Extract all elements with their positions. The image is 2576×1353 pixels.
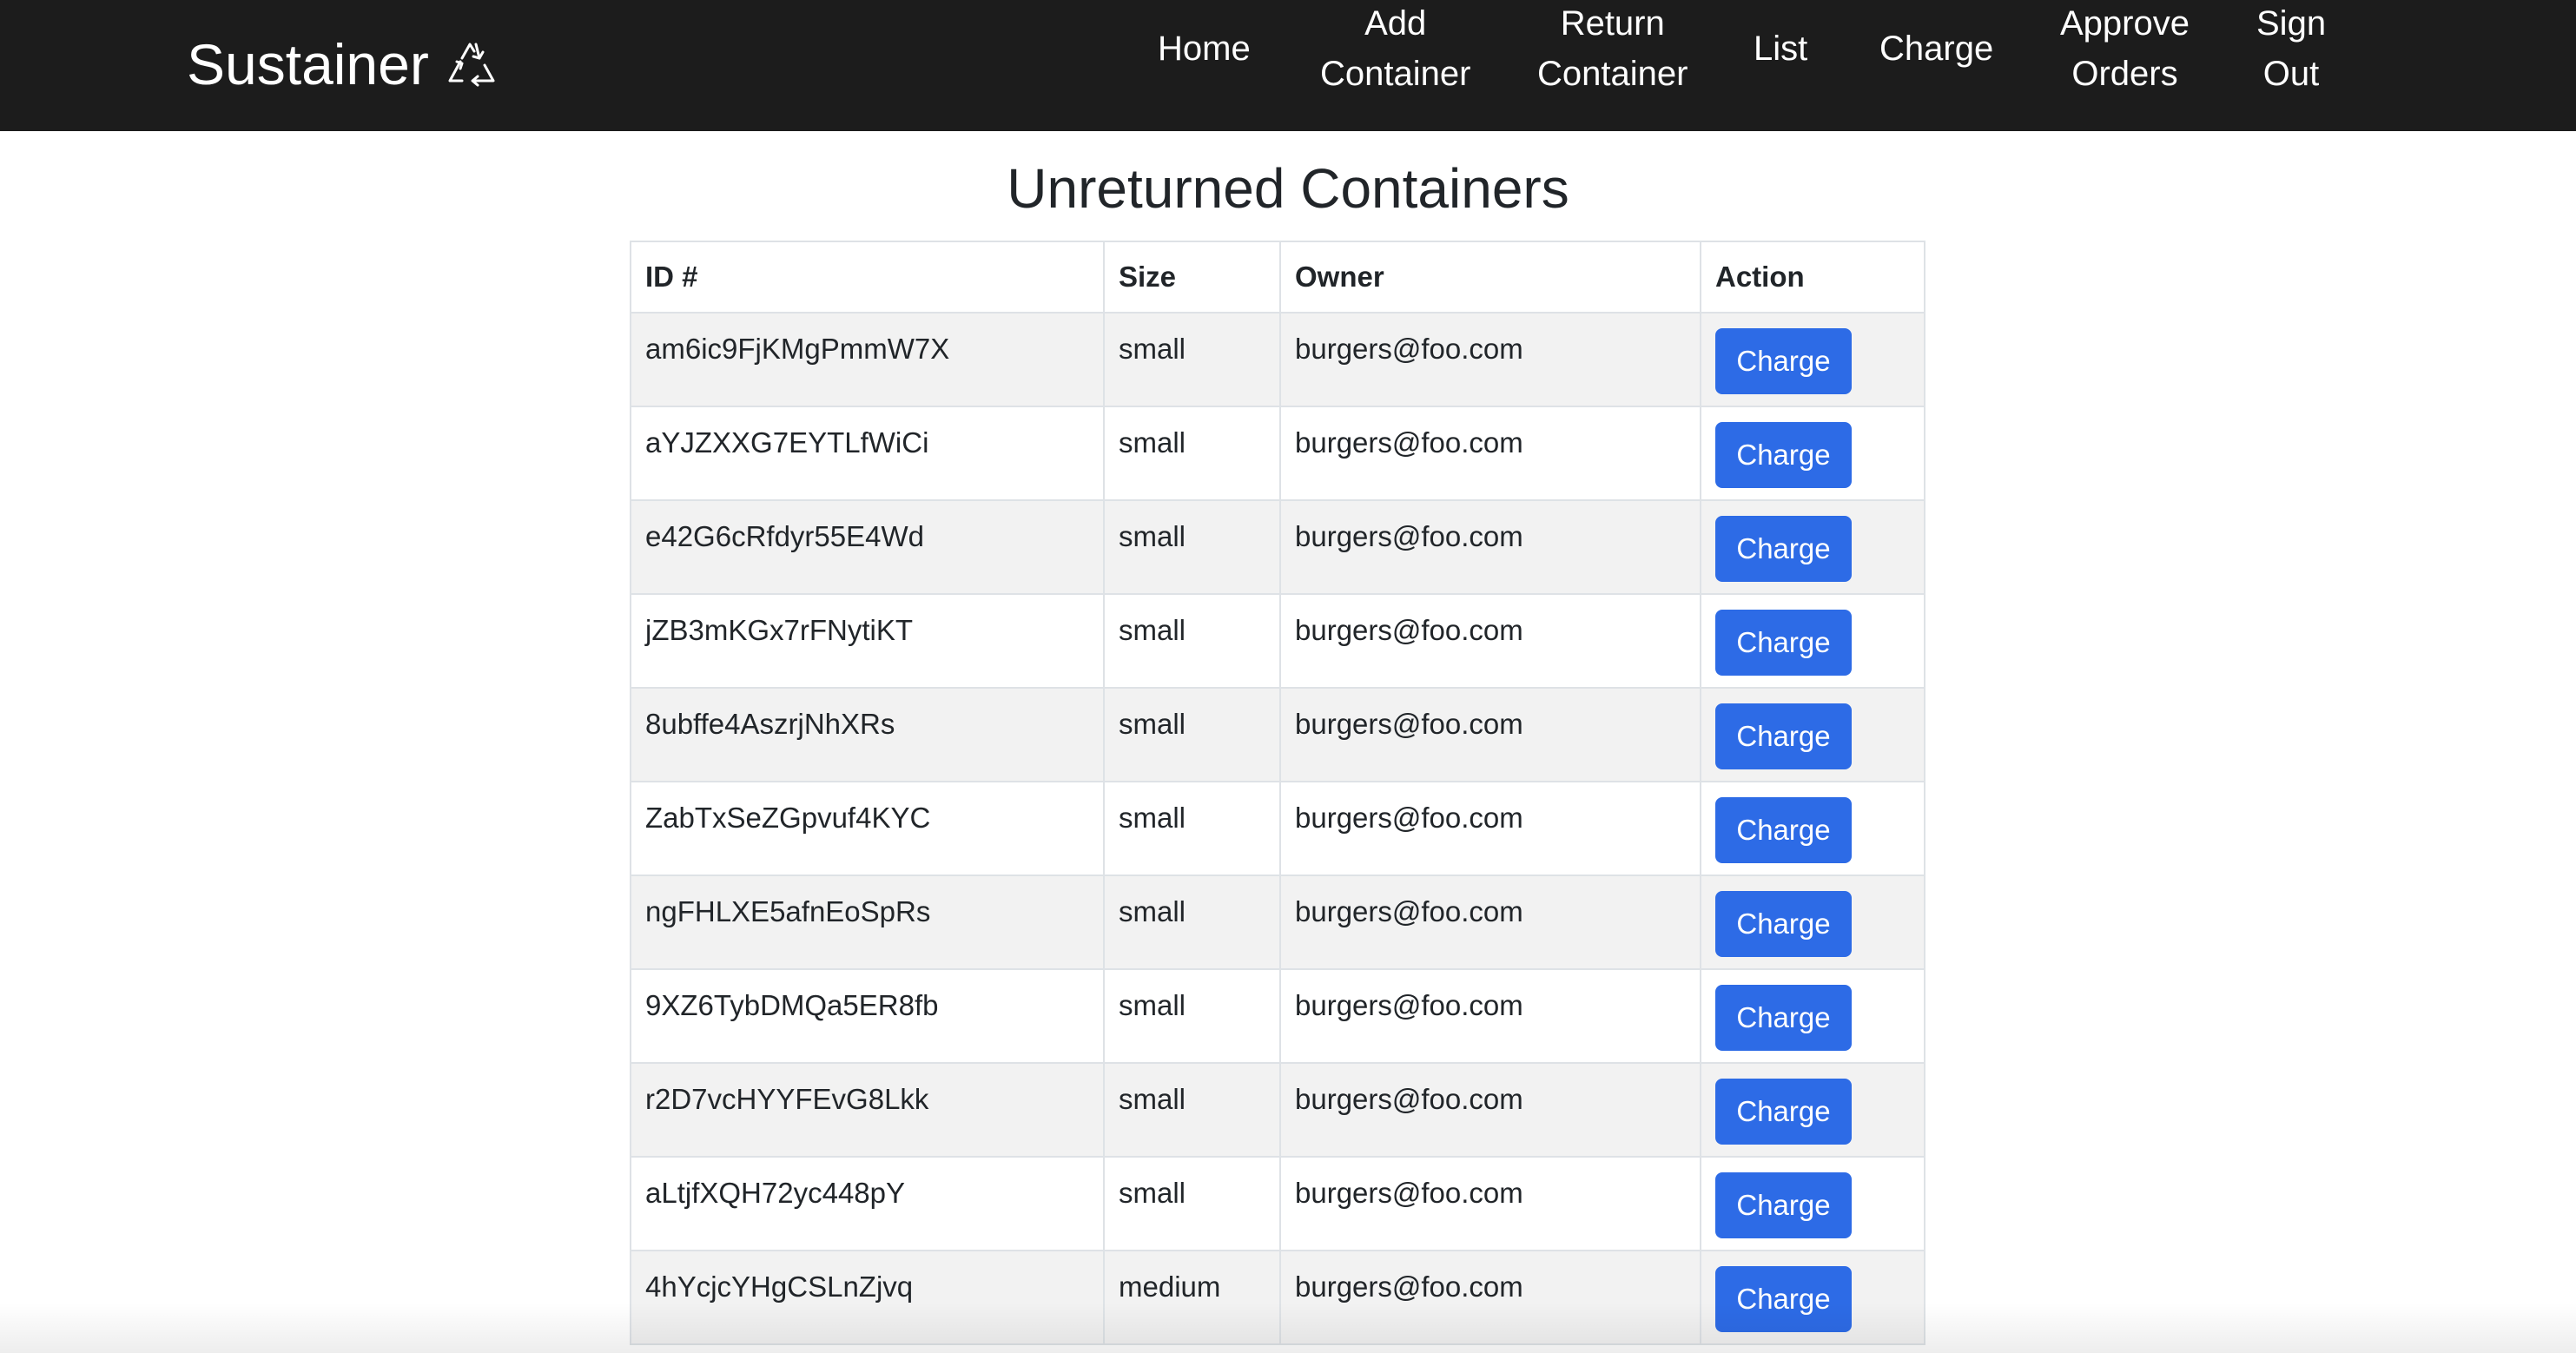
cell-action: Charge: [1700, 1156, 1925, 1251]
cell-id: am6ic9FjKMgPmmW7X: [630, 312, 1105, 407]
charge-button[interactable]: Charge: [1715, 1266, 1852, 1332]
cell-size: small: [1103, 593, 1281, 689]
table-row: am6ic9FjKMgPmmW7X small burgers@foo.com Cha…: [630, 312, 1925, 407]
cell-owner: burgers@foo.com: [1279, 1062, 1701, 1158]
cell-action: Charge: [1700, 406, 1925, 501]
nav-return-container-label-line1: Return: [1560, 4, 1665, 43]
cell-size: small: [1103, 968, 1281, 1064]
cell-action: Charge: [1700, 968, 1925, 1064]
recycle-icon: [443, 36, 500, 93]
cell-owner: burgers@foo.com: [1279, 781, 1701, 876]
cell-owner: burgers@foo.com: [1279, 1156, 1701, 1251]
charge-button[interactable]: Charge: [1715, 891, 1852, 957]
cell-id: 4hYcjcYHgCSLnZjvq: [630, 1250, 1105, 1345]
cell-owner: burgers@foo.com: [1279, 1250, 1701, 1345]
cell-size: small: [1103, 781, 1281, 876]
cell-id: r2D7vcHYYFEvG8Lkk: [630, 1062, 1105, 1158]
charge-button[interactable]: Charge: [1715, 610, 1852, 676]
charge-button[interactable]: Charge: [1715, 797, 1852, 863]
table-row: aYJZXXG7EYTLfWiCi small burgers@foo.com Cha…: [630, 406, 1925, 501]
nav-sign-out[interactable]: Sign Out: [2256, 0, 2326, 99]
top-navbar: Sustainer Home Add Container Return Cont…: [0, 0, 2576, 131]
table-body: am6ic9FjKMgPmmW7X small burgers@foo.com Cha…: [630, 312, 1925, 1345]
table-row: e42G6cRfdyr55E4Wd small burgers@foo.com Cha…: [630, 499, 1925, 595]
header-action: Action: [1700, 241, 1925, 314]
charge-button[interactable]: Charge: [1715, 985, 1852, 1051]
nav-home-label: Home: [1158, 30, 1251, 68]
cell-size: small: [1103, 874, 1281, 970]
table-header: ID # Size Owner Action: [630, 241, 1925, 314]
table-row: 4hYcjcYHgCSLnZjvq medium burgers@foo.com Ch…: [630, 1250, 1925, 1345]
containers-table-wrapper: ID # Size Owner Action am6ic9FjKMgPmmW7X…: [630, 241, 1925, 1345]
cell-id: e42G6cRfdyr55E4Wd: [630, 499, 1105, 595]
cell-id: ngFHLXE5afnEoSpRs: [630, 874, 1105, 970]
charge-button[interactable]: Charge: [1715, 703, 1852, 769]
cell-action: Charge: [1700, 1250, 1925, 1345]
nav-charge[interactable]: Charge: [1879, 23, 1993, 74]
header-owner: Owner: [1279, 241, 1701, 314]
cell-size: small: [1103, 687, 1281, 782]
cell-action: Charge: [1700, 687, 1925, 782]
header-id: ID #: [630, 241, 1105, 314]
cell-owner: burgers@foo.com: [1279, 874, 1701, 970]
cell-owner: burgers@foo.com: [1279, 968, 1701, 1064]
nav-add-container-label-line1: Add: [1364, 4, 1427, 43]
nav-approve-orders-label-line2: Orders: [2071, 55, 2178, 93]
nav-list-label: List: [1754, 30, 1808, 68]
cell-owner: burgers@foo.com: [1279, 593, 1701, 689]
cell-size: small: [1103, 312, 1281, 407]
nav-return-container-label-line2: Container: [1537, 55, 1688, 93]
charge-button[interactable]: Charge: [1715, 328, 1852, 394]
nav-add-container[interactable]: Add Container: [1320, 0, 1470, 99]
cell-owner: burgers@foo.com: [1279, 499, 1701, 595]
cell-owner: burgers@foo.com: [1279, 687, 1701, 782]
cell-id: 9XZ6TybDMQa5ER8fb: [630, 968, 1105, 1064]
cell-id: jZB3mKGx7rFNytiKT: [630, 593, 1105, 689]
nav-charge-label: Charge: [1879, 30, 1994, 68]
nav-home[interactable]: Home: [1158, 23, 1251, 74]
nav-sign-out-label-line2: Out: [2262, 55, 2320, 93]
cell-action: Charge: [1700, 1062, 1925, 1158]
cell-action: Charge: [1700, 781, 1925, 876]
nav-approve-orders-label-line1: Approve: [2060, 4, 2190, 43]
cell-action: Charge: [1700, 312, 1925, 407]
charge-button[interactable]: Charge: [1715, 1079, 1852, 1145]
table-header-row: ID # Size Owner Action: [630, 241, 1925, 314]
nav-approve-orders[interactable]: Approve Orders: [2060, 0, 2190, 99]
cell-id: aLtjfXQH72yc448pY: [630, 1156, 1105, 1251]
nav-list[interactable]: List: [1754, 23, 1807, 74]
charge-button[interactable]: Charge: [1715, 516, 1852, 582]
header-size: Size: [1103, 241, 1281, 314]
table-row: ZabTxSeZGpvuf4KYC small burgers@foo.com Cha…: [630, 781, 1925, 876]
charge-button[interactable]: Charge: [1715, 422, 1852, 488]
brand-link[interactable]: Sustainer: [187, 30, 500, 99]
nav-add-container-label-line2: Container: [1320, 55, 1471, 93]
cell-size: medium: [1103, 1250, 1281, 1345]
cell-id: 8ubffe4AszrjNhXRs: [630, 687, 1105, 782]
cell-owner: burgers@foo.com: [1279, 406, 1701, 501]
cell-action: Charge: [1700, 874, 1925, 970]
page-title: Unreturned Containers: [1007, 157, 1569, 220]
brand-name: Sustainer: [187, 32, 429, 96]
cell-size: small: [1103, 406, 1281, 501]
table-row: aLtjfXQH72yc448pY small burgers@foo.com Cha…: [630, 1156, 1925, 1251]
nav-sign-out-label-line1: Sign: [2256, 4, 2327, 43]
table-row: ngFHLXE5afnEoSpRs small burgers@foo.com Cha…: [630, 874, 1925, 970]
cell-id: ZabTxSeZGpvuf4KYC: [630, 781, 1105, 876]
cell-size: small: [1103, 499, 1281, 595]
containers-table: ID # Size Owner Action am6ic9FjKMgPmmW7X…: [630, 241, 1925, 1345]
charge-button[interactable]: Charge: [1715, 1172, 1852, 1238]
cell-owner: burgers@foo.com: [1279, 312, 1701, 407]
cell-action: Charge: [1700, 593, 1925, 689]
table-row: r2D7vcHYYFEvG8Lkk small burgers@foo.com Cha…: [630, 1062, 1925, 1158]
cell-id: aYJZXXG7EYTLfWiCi: [630, 406, 1105, 501]
cell-action: Charge: [1700, 499, 1925, 595]
nav-return-container[interactable]: Return Container: [1537, 0, 1688, 99]
table-row: 9XZ6TybDMQa5ER8fb small burgers@foo.com Cha…: [630, 968, 1925, 1064]
table-row: jZB3mKGx7rFNytiKT small burgers@foo.com Cha…: [630, 593, 1925, 689]
cell-size: small: [1103, 1156, 1281, 1251]
cell-size: small: [1103, 1062, 1281, 1158]
table-row: 8ubffe4AszrjNhXRs small burgers@foo.com Cha…: [630, 687, 1925, 782]
